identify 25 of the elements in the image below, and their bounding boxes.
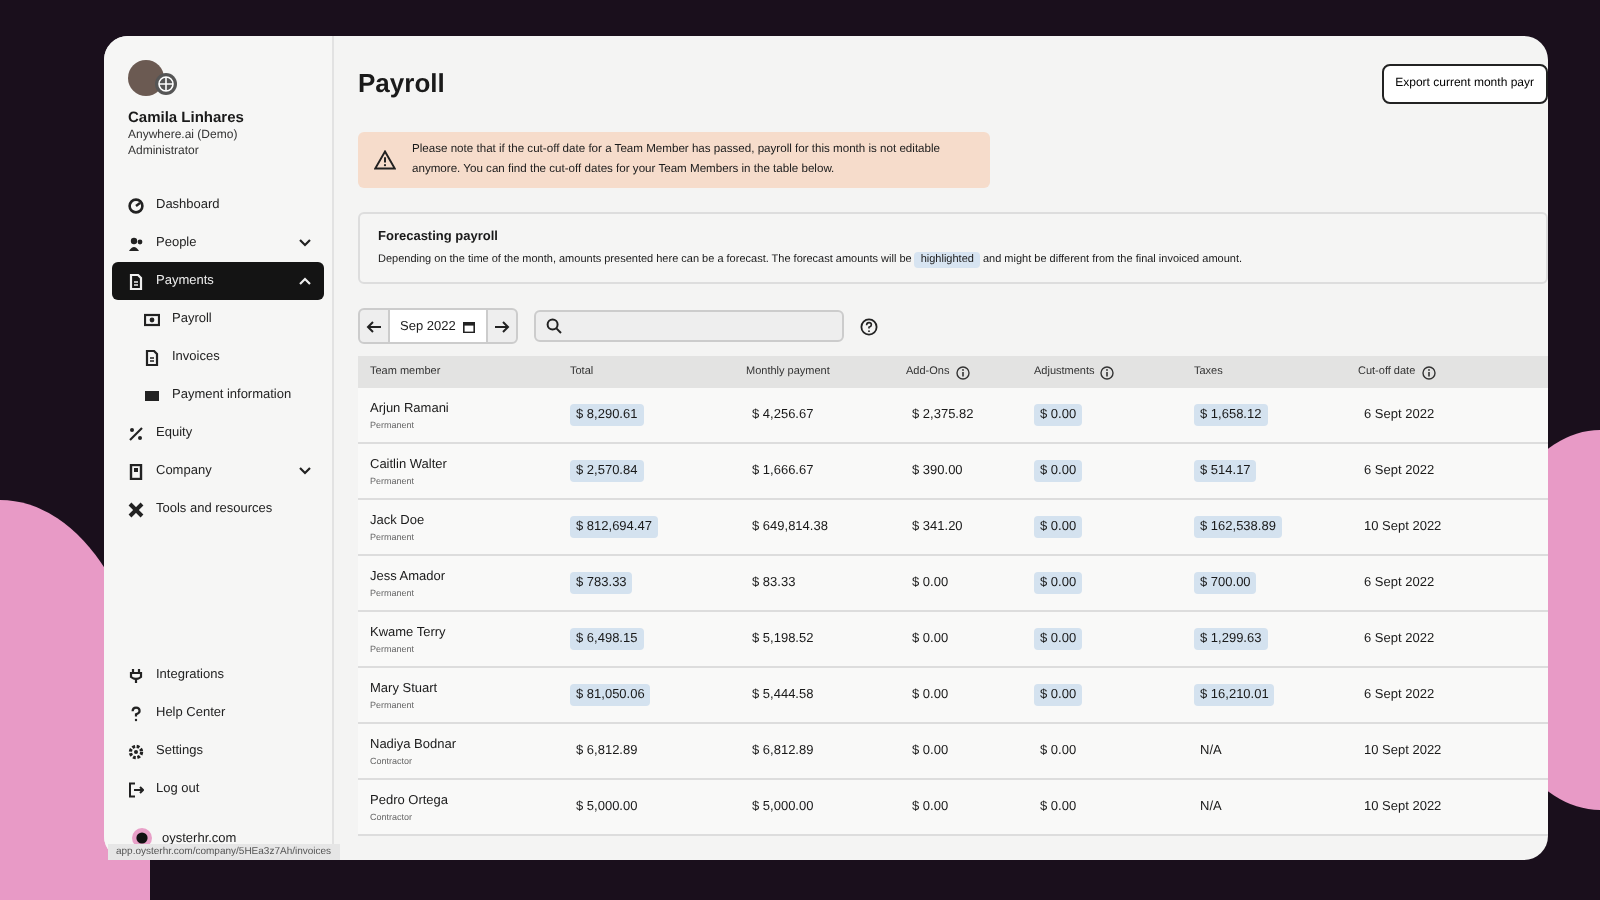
search-field[interactable] <box>533 310 844 342</box>
arrow-left-icon <box>366 319 382 333</box>
avatar <box>128 60 164 96</box>
card-icon <box>144 387 160 403</box>
settings-icon <box>128 743 144 759</box>
banknote-icon <box>144 311 160 327</box>
building-icon <box>128 463 144 479</box>
arrow-right-icon <box>493 319 510 333</box>
caret-icon <box>298 276 312 286</box>
globe-icon <box>154 72 178 96</box>
warning-icon <box>374 150 396 170</box>
caret-icon <box>298 466 312 476</box>
plug-icon <box>128 667 144 683</box>
logout-icon <box>128 781 144 797</box>
caret-icon <box>298 238 312 248</box>
gauge-icon <box>128 197 144 213</box>
question-icon <box>128 705 144 721</box>
search-icon <box>545 318 562 334</box>
people-icon <box>128 235 144 251</box>
document-icon <box>128 273 144 289</box>
help-icon <box>859 317 878 335</box>
percent-icon <box>128 425 144 441</box>
calendar-icon <box>461 319 476 333</box>
page-title: Payroll <box>358 68 445 98</box>
document-icon <box>144 349 160 365</box>
